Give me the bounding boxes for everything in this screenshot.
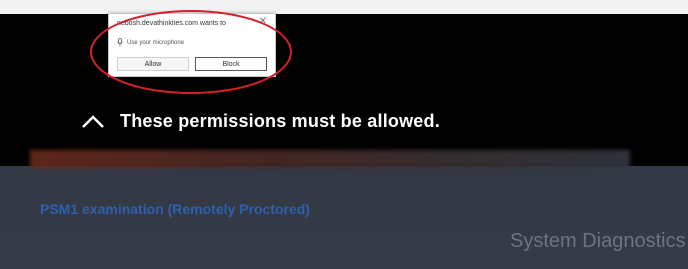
permission-message-row: These permissions must be allowed. [80,104,440,138]
permission-message: These permissions must be allowed. [120,110,440,131]
system-diagnostics-title: System Diagnostics [510,230,686,252]
blurred-banner [30,150,630,168]
chevron-up-icon[interactable] [80,108,106,134]
annotation-circle [90,10,292,94]
exam-title[interactable]: PSM1 examination (Remotely Proctored) [40,201,310,217]
